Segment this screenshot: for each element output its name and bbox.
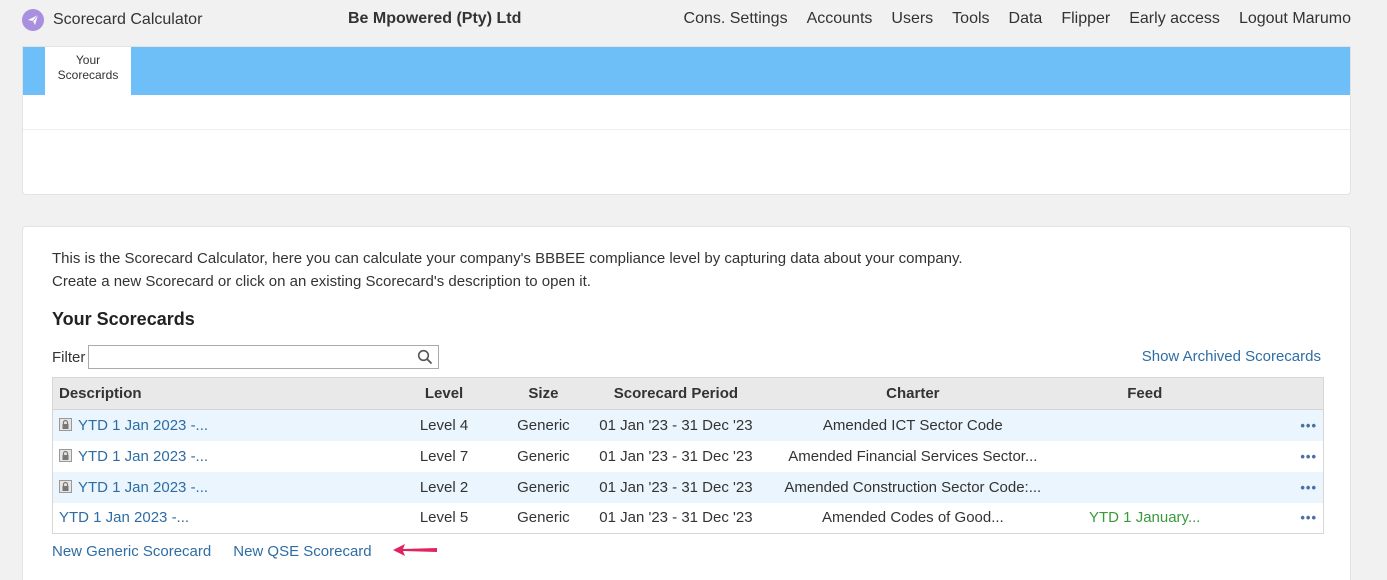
nav-logout[interactable]: Logout Marumo: [1239, 10, 1351, 28]
lock-icon: [59, 479, 72, 493]
app-name: Scorecard Calculator: [53, 11, 203, 28]
feed-link[interactable]: YTD 1 January...: [1089, 509, 1200, 526]
intro-line-1: This is the Scorecard Calculator, here y…: [52, 250, 963, 267]
cell-size: Generic: [494, 409, 593, 441]
header-size[interactable]: Size: [494, 377, 593, 410]
header-description[interactable]: Description: [52, 377, 394, 410]
divider: [23, 129, 1350, 130]
show-archived-link[interactable]: Show Archived Scorecards: [1142, 348, 1321, 365]
row-menu-icon[interactable]: •••: [1300, 510, 1317, 525]
brand[interactable]: Scorecard Calculator: [22, 9, 202, 31]
lock-icon: [59, 417, 72, 431]
table-row: YTD 1 Jan 2023 -... Level 2 Generic 01 J…: [52, 471, 1324, 503]
company-name: Be Mpowered (Pty) Ltd: [348, 10, 522, 27]
cell-charter: Amended Construction Sector Code:...: [759, 471, 1067, 503]
top-navbar: Scorecard Calculator Be Mpowered (Pty) L…: [0, 0, 1387, 40]
cell-charter: Amended ICT Sector Code: [759, 409, 1067, 441]
scorecards-panel: This is the Scorecard Calculator, here y…: [22, 226, 1351, 580]
tabs-card: Your Scorecards: [22, 46, 1351, 195]
cell-size: Generic: [494, 502, 593, 534]
search-icon[interactable]: [417, 349, 433, 365]
filter-label: Filter: [52, 348, 86, 366]
cell-period: 01 Jan '23 - 31 Dec '23: [592, 409, 760, 441]
paper-plane-icon: [22, 9, 44, 31]
scorecard-description-link[interactable]: YTD 1 Jan 2023 -...: [59, 509, 189, 526]
cell-feed: [1066, 409, 1224, 441]
cell-feed: [1066, 471, 1224, 503]
header-level[interactable]: Level: [393, 377, 495, 410]
lock-icon: [59, 448, 72, 462]
cell-period: 01 Jan '23 - 31 Dec '23: [592, 471, 760, 503]
filter-input[interactable]: [88, 345, 440, 369]
nav-cons-settings[interactable]: Cons. Settings: [684, 10, 788, 28]
row-menu-icon[interactable]: •••: [1300, 418, 1317, 433]
tab-label-line1: Your: [75, 53, 101, 67]
new-qse-scorecard-link[interactable]: New QSE Scorecard: [233, 543, 371, 560]
tab-label-line2: Scorecards: [57, 68, 119, 82]
nav-tools[interactable]: Tools: [952, 10, 989, 28]
cell-level: Level 7: [393, 440, 495, 472]
filter-row: Filter: [52, 345, 440, 369]
cell-level: Level 2: [393, 471, 495, 503]
cell-period: 01 Jan '23 - 31 Dec '23: [592, 502, 760, 534]
bottom-actions: New Generic Scorecard New QSE Scorecard: [52, 543, 394, 560]
table-row: YTD 1 Jan 2023 -... Level 4 Generic 01 J…: [52, 409, 1324, 441]
scorecard-description-link[interactable]: YTD 1 Jan 2023 -...: [78, 417, 208, 434]
scorecard-description-link[interactable]: YTD 1 Jan 2023 -...: [78, 479, 208, 496]
intro-text: This is the Scorecard Calculator, here y…: [52, 247, 963, 293]
tab-your-scorecards[interactable]: Your Scorecards: [45, 47, 131, 95]
scorecards-table: Description Level Size Scorecard Period …: [52, 377, 1324, 534]
arrow-left-icon: [393, 544, 437, 556]
cell-period: 01 Jan '23 - 31 Dec '23: [592, 440, 760, 472]
cell-size: Generic: [494, 471, 593, 503]
table-header-row: Description Level Size Scorecard Period …: [52, 377, 1324, 410]
nav-early-access[interactable]: Early access: [1129, 10, 1220, 28]
cell-level: Level 5: [393, 502, 495, 534]
scorecard-description-link[interactable]: YTD 1 Jan 2023 -...: [78, 448, 208, 465]
header-period[interactable]: Scorecard Period: [592, 377, 760, 410]
cell-charter: Amended Financial Services Sector...: [759, 440, 1067, 472]
nav-flipper[interactable]: Flipper: [1061, 10, 1110, 28]
row-menu-icon[interactable]: •••: [1300, 480, 1317, 495]
nav-users[interactable]: Users: [891, 10, 933, 28]
cell-charter: Amended Codes of Good...: [759, 502, 1067, 534]
header-actions: [1223, 377, 1324, 410]
header-feed[interactable]: Feed: [1066, 377, 1224, 410]
nav-accounts[interactable]: Accounts: [807, 10, 873, 28]
nav-data[interactable]: Data: [1009, 10, 1043, 28]
row-menu-icon[interactable]: •••: [1300, 449, 1317, 464]
cell-feed: [1066, 440, 1224, 472]
new-generic-scorecard-link[interactable]: New Generic Scorecard: [52, 543, 211, 560]
tab-strip: Your Scorecards: [23, 47, 1350, 95]
intro-line-2: Create a new Scorecard or click on an ex…: [52, 273, 591, 290]
table-row: YTD 1 Jan 2023 -... Level 7 Generic 01 J…: [52, 440, 1324, 472]
cell-level: Level 4: [393, 409, 495, 441]
header-charter[interactable]: Charter: [759, 377, 1067, 410]
cell-size: Generic: [494, 440, 593, 472]
table-row: YTD 1 Jan 2023 -... Level 5 Generic 01 J…: [52, 502, 1324, 534]
main-nav: Cons. Settings Accounts Users Tools Data…: [665, 10, 1351, 28]
section-title: Your Scorecards: [52, 309, 195, 329]
